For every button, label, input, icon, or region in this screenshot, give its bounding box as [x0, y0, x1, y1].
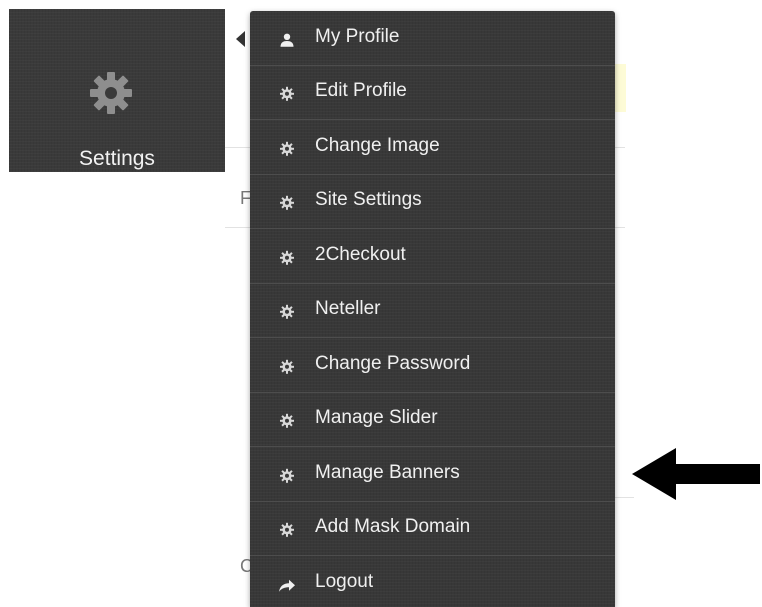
menu-item-label: Manage Slider	[315, 407, 438, 429]
settings-dropdown-menu: My Profile Edit Profile Change Image Sit…	[250, 11, 615, 607]
gear-icon	[278, 358, 296, 376]
menu-item-label: Change Password	[315, 352, 471, 374]
settings-tile[interactable]: Settings	[9, 9, 225, 172]
gear-icon	[278, 303, 296, 321]
gear-icon	[278, 140, 296, 158]
dropdown-caret	[236, 31, 245, 47]
menu-item-label: Site Settings	[315, 189, 422, 211]
gear-icon	[278, 467, 296, 485]
menu-item-site-settings[interactable]: Site Settings	[250, 175, 615, 229]
screenshot-stage: F C Settings My Profile Edit Profile Cha…	[0, 0, 762, 607]
menu-item-label: Edit Profile	[315, 80, 407, 102]
gear-icon	[278, 249, 296, 267]
background-highlight-row	[614, 64, 626, 112]
menu-item-manage-banners[interactable]: Manage Banners	[250, 447, 615, 502]
menu-item-label: Manage Banners	[315, 461, 460, 483]
menu-item-label: Neteller	[315, 298, 381, 320]
menu-item-add-mask-domain[interactable]: Add Mask Domain	[250, 502, 615, 556]
menu-item-label: My Profile	[315, 25, 400, 47]
menu-item-label: Add Mask Domain	[315, 516, 471, 538]
settings-tile-label: Settings	[79, 147, 155, 170]
gear-icon	[278, 412, 296, 430]
menu-item-my-profile[interactable]: My Profile	[250, 11, 615, 66]
gear-icon	[278, 194, 296, 212]
gear-icon	[278, 85, 296, 103]
menu-item-2checkout[interactable]: 2Checkout	[250, 229, 615, 284]
menu-item-change-image[interactable]: Change Image	[250, 120, 615, 175]
menu-item-neteller[interactable]: Neteller	[250, 284, 615, 338]
share-arrow-icon	[278, 576, 296, 594]
gear-icon	[278, 521, 296, 539]
menu-item-label: Logout	[315, 571, 374, 593]
menu-item-change-password[interactable]: Change Password	[250, 338, 615, 393]
menu-item-edit-profile[interactable]: Edit Profile	[250, 66, 615, 120]
menu-item-label: Change Image	[315, 134, 440, 156]
gear-icon	[90, 72, 132, 114]
menu-item-label: 2Checkout	[315, 243, 406, 265]
menu-item-manage-slider[interactable]: Manage Slider	[250, 393, 615, 447]
user-icon	[278, 31, 296, 49]
left-arrow-icon	[632, 448, 760, 500]
menu-item-logout[interactable]: Logout	[250, 556, 615, 607]
